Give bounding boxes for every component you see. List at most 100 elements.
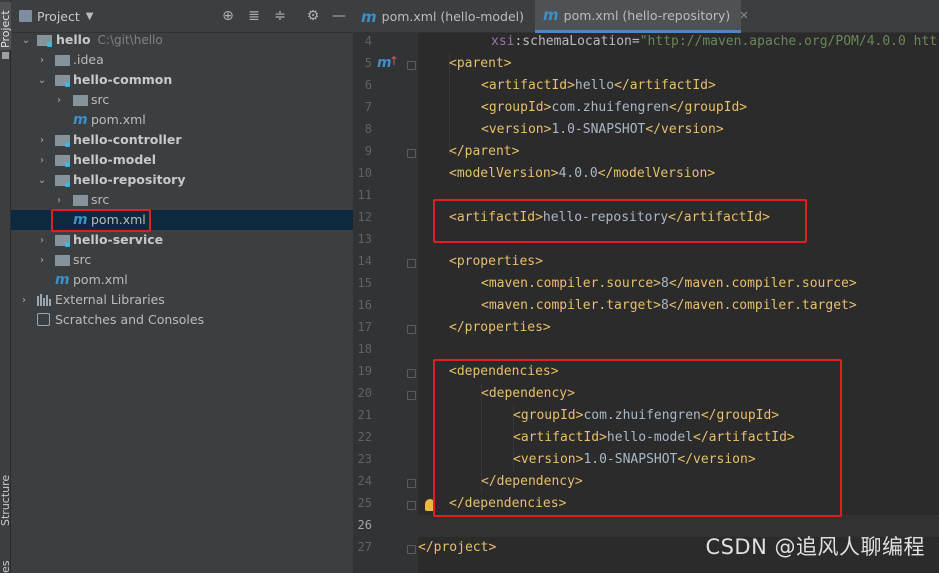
tab-pom-hello-model[interactable]: m pom.xml (hello-model) bbox=[353, 0, 534, 33]
line-number: 7 bbox=[364, 100, 372, 114]
tree-item-label: pom.xml bbox=[91, 212, 146, 227]
tree-item-label: External Libraries bbox=[55, 292, 165, 307]
tree-item-hello[interactable]: ⌄ hello C:\git\hello bbox=[11, 30, 353, 50]
module-badge-icon bbox=[47, 42, 52, 47]
tree-item-label: hello-model bbox=[73, 152, 157, 167]
code-line-12: <artifactId>hello-repository</artifactId… bbox=[449, 210, 770, 225]
folder-icon bbox=[55, 255, 70, 266]
code-line-15: <maven.compiler.source>8</maven.compiler… bbox=[481, 276, 857, 291]
tree-item-label: pom.xml bbox=[73, 272, 128, 287]
tree-item-label: Scratches and Consoles bbox=[55, 312, 205, 327]
line-number: 10 bbox=[357, 166, 372, 180]
tree-item-external-libraries[interactable]: › External Libraries bbox=[11, 290, 353, 310]
code-area[interactable]: xsi:schemaLocation="http://maven.apache.… bbox=[418, 33, 939, 573]
module-badge-icon bbox=[65, 242, 70, 247]
collapse-all-icon[interactable]: ≑ bbox=[272, 8, 288, 24]
chevron-right-icon[interactable]: › bbox=[37, 255, 47, 266]
code-line-6: <artifactId>hello</artifactId> bbox=[481, 78, 716, 93]
locate-target-icon[interactable]: ⊕ bbox=[220, 8, 236, 24]
code-line-17: </properties> bbox=[449, 320, 551, 335]
tree-item-pom[interactable]: m pom.xml bbox=[11, 270, 353, 290]
chevron-right-icon[interactable]: › bbox=[37, 235, 47, 246]
tree-item-hello-service[interactable]: › hello-service bbox=[11, 230, 353, 250]
line-number: 27 bbox=[357, 540, 372, 554]
code-line-24: </dependency> bbox=[481, 474, 583, 489]
fold-marker-icon[interactable] bbox=[407, 325, 416, 334]
chevron-right-icon[interactable]: › bbox=[54, 195, 64, 206]
fold-marker-icon[interactable] bbox=[407, 259, 416, 268]
line-number: 25 bbox=[357, 496, 372, 510]
chevron-right-icon[interactable]: › bbox=[54, 95, 64, 106]
maven-file-icon: m bbox=[55, 272, 70, 288]
line-number: 4 bbox=[364, 34, 372, 48]
gear-icon[interactable]: ⚙ bbox=[305, 8, 321, 24]
tree-item-pom-selected[interactable]: m pom.xml bbox=[11, 210, 353, 230]
watermark: CSDN @追风人聊编程 bbox=[705, 535, 925, 559]
chevron-right-icon[interactable]: › bbox=[37, 155, 47, 166]
scratches-icon bbox=[37, 313, 50, 326]
tree-item-hello-common[interactable]: ⌄ hello-common bbox=[11, 70, 353, 90]
code-line-20: <dependency> bbox=[481, 386, 575, 401]
code-line-19: <dependencies> bbox=[449, 364, 559, 379]
fold-marker-icon[interactable] bbox=[407, 501, 416, 510]
tree-item-src[interactable]: › src bbox=[11, 190, 353, 210]
tree-item-hello-controller[interactable]: › hello-controller bbox=[11, 130, 353, 150]
tree-item-hello-model[interactable]: › hello-model bbox=[11, 150, 353, 170]
tree-item-src[interactable]: › src bbox=[11, 90, 353, 110]
project-tab-icon bbox=[2, 52, 9, 59]
code-line-5: <parent> bbox=[449, 56, 512, 71]
tab-pom-hello-repository[interactable]: m pom.xml (hello-repository) ✕ bbox=[535, 0, 749, 33]
line-number: 26 bbox=[357, 518, 372, 532]
fold-marker-icon[interactable] bbox=[407, 391, 416, 400]
chevron-right-icon[interactable]: › bbox=[19, 295, 29, 306]
line-number: 13 bbox=[357, 232, 372, 246]
editor-tab-bar: m pom.xml (hello-model) m pom.xml (hello… bbox=[353, 0, 939, 33]
chevron-right-icon[interactable]: › bbox=[37, 135, 47, 146]
code-line-10: <modelVersion>4.0.0</modelVersion> bbox=[449, 166, 716, 181]
gutter-overlay: 4 5 m ↑ 6 7 8 9 10 11 12 13 14 15 16 17 18 19 20 21 22 23 24 25… bbox=[353, 33, 435, 573]
module-badge-icon bbox=[65, 162, 70, 167]
maven-file-icon: m bbox=[73, 212, 88, 228]
lightbulb-icon[interactable] bbox=[425, 499, 435, 511]
tree-item-label: src bbox=[73, 252, 92, 267]
close-icon[interactable]: ✕ bbox=[739, 9, 748, 22]
expand-all-icon[interactable]: ≣ bbox=[246, 8, 262, 24]
tree-item-label: hello-common bbox=[73, 72, 173, 87]
line-number: 5 bbox=[364, 56, 372, 70]
tree-item-pom[interactable]: m pom.xml bbox=[11, 110, 353, 130]
line-number: 19 bbox=[357, 364, 372, 378]
line-number: 14 bbox=[357, 254, 372, 268]
tree-item-src[interactable]: › src bbox=[11, 250, 353, 270]
chevron-down-icon[interactable]: ▼ bbox=[86, 11, 94, 22]
fold-marker-icon[interactable] bbox=[407, 545, 416, 554]
tab-label: pom.xml (hello-model) bbox=[381, 9, 525, 24]
code-line-4: xsi:schemaLocation="http://maven.apache.… bbox=[491, 34, 938, 49]
chevron-down-icon[interactable]: ⌄ bbox=[21, 35, 31, 46]
chevron-down-icon[interactable]: ⌄ bbox=[37, 175, 47, 186]
tree-item-label: src bbox=[91, 92, 110, 107]
code-line-23: <version>1.0-SNAPSHOT</version> bbox=[513, 452, 756, 467]
fold-marker-icon[interactable] bbox=[407, 479, 416, 488]
code-line-16: <maven.compiler.target>8</maven.compiler… bbox=[481, 298, 857, 313]
code-line-14: <properties> bbox=[449, 254, 543, 269]
code-line-7: <groupId>com.zhuifengren</groupId> bbox=[481, 100, 748, 115]
chevron-right-icon[interactable]: › bbox=[37, 55, 47, 66]
tree-item-idea[interactable]: › .idea bbox=[11, 50, 353, 70]
folder-icon bbox=[73, 195, 88, 206]
chevron-down-icon[interactable]: ⌄ bbox=[37, 75, 47, 86]
tree-item-scratches[interactable]: Scratches and Consoles bbox=[11, 310, 353, 330]
line-number: 21 bbox=[357, 408, 372, 422]
fold-marker-icon[interactable] bbox=[407, 61, 416, 70]
code-line-25: </dependencies> bbox=[449, 496, 567, 511]
minimize-icon[interactable]: — bbox=[331, 8, 347, 24]
maven-file-icon: m bbox=[361, 7, 377, 26]
code-line-9: </parent> bbox=[449, 144, 520, 159]
panel-title[interactable]: Project bbox=[37, 9, 80, 24]
tree-item-hello-repository[interactable]: ⌄ hello-repository bbox=[11, 170, 353, 190]
navigate-up-icon[interactable]: ↑ bbox=[389, 54, 399, 68]
line-number: 24 bbox=[357, 474, 372, 488]
fold-marker-icon[interactable] bbox=[407, 149, 416, 158]
fold-marker-icon[interactable] bbox=[407, 369, 416, 378]
project-panel-header: Project ▼ ⊕ ≣ ≑ ⚙ — bbox=[11, 0, 353, 33]
code-editor: m pom.xml (hello-model) m pom.xml (hello… bbox=[353, 0, 939, 573]
